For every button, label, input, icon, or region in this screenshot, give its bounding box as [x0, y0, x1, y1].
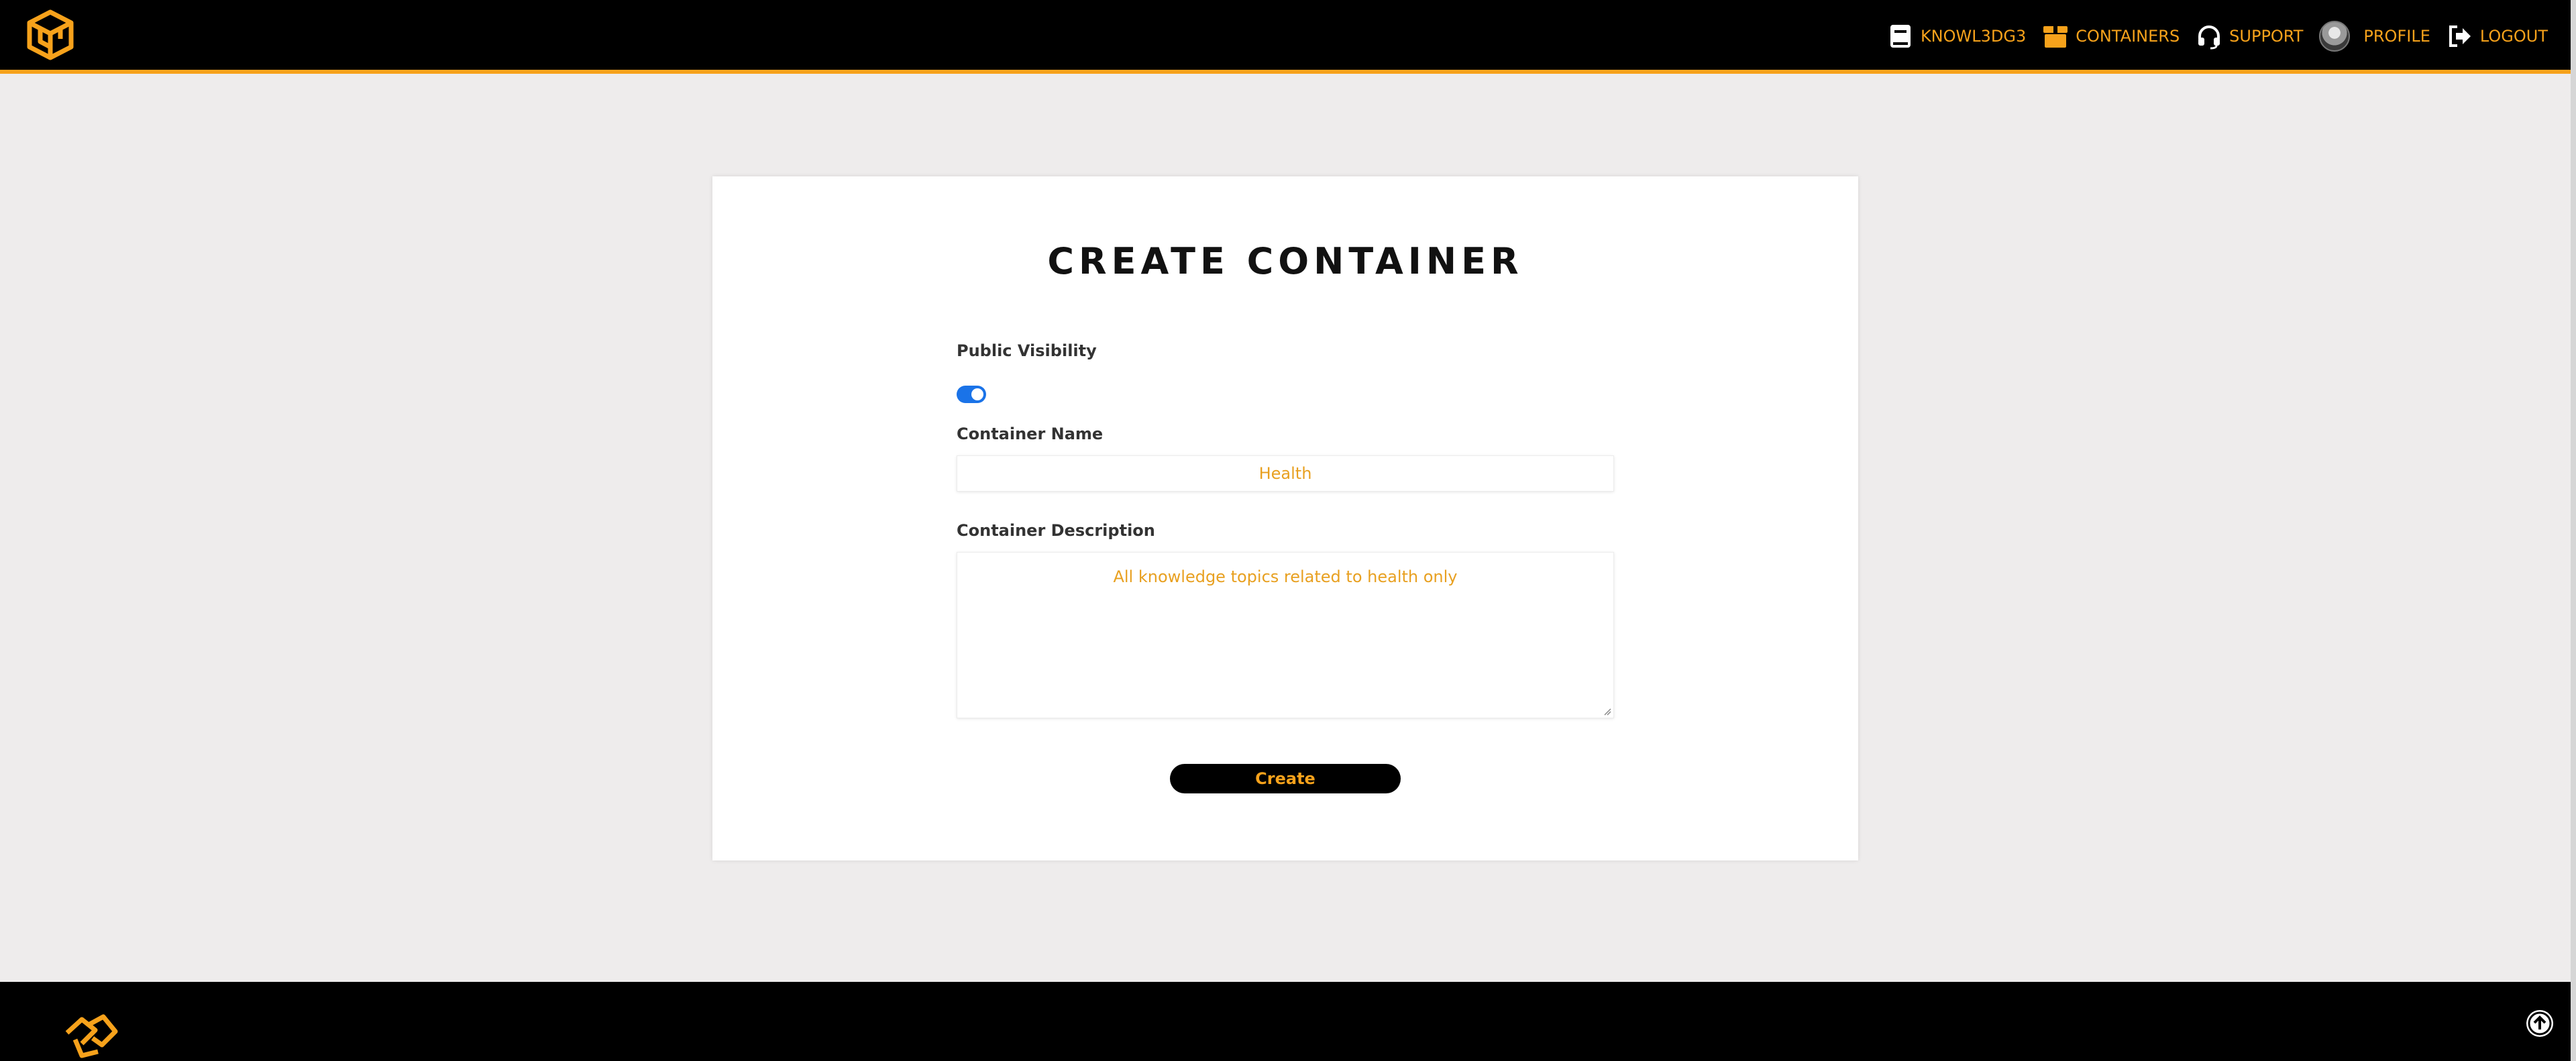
brand-logo-icon[interactable]: [25, 8, 75, 62]
nav-label: LOGOUT: [2479, 27, 2548, 46]
create-container-card: CREATE CONTAINER Public Visibility Conta…: [712, 176, 1858, 860]
nav-label: CONTAINERS: [2076, 27, 2180, 46]
container-description-textarea[interactable]: All knowledge topics related to health o…: [957, 552, 1614, 718]
headset-icon: [2196, 23, 2222, 50]
public-visibility-label: Public Visibility: [957, 341, 1097, 360]
public-visibility-toggle[interactable]: [957, 386, 986, 403]
page-title: CREATE CONTAINER: [1047, 240, 1523, 282]
footer: [0, 982, 2571, 1061]
nav-profile[interactable]: PROFILE: [2319, 21, 2430, 52]
main-nav: KNOWL3DG3 CONTAINERS SUPPORT PROFILE LOG…: [1871, 16, 2548, 56]
scroll-to-top-icon[interactable]: [2525, 1009, 2555, 1038]
nav-label: SUPPORT: [2229, 27, 2304, 46]
nav-containers[interactable]: CONTAINERS: [2042, 23, 2180, 50]
container-name-label: Container Name: [957, 425, 1104, 443]
top-navbar: KNOWL3DG3 CONTAINERS SUPPORT PROFILE LOG…: [0, 0, 2571, 74]
nav-label: KNOWL3DG3: [1920, 27, 2027, 46]
footer-logo-icon[interactable]: [62, 1013, 119, 1061]
box-icon: [2042, 23, 2069, 50]
resize-handle-icon[interactable]: [1603, 708, 1611, 716]
avatar: [2319, 21, 2351, 52]
logout-icon: [2447, 23, 2473, 50]
page-scrollbar[interactable]: [2571, 0, 2576, 1061]
nav-knowl3dg3[interactable]: KNOWL3DG3: [1887, 23, 2026, 50]
description-text: All knowledge topics related to health o…: [1113, 567, 1458, 586]
nav-label: PROFILE: [2363, 27, 2430, 46]
toggle-knob: [971, 388, 983, 400]
container-description-label: Container Description: [957, 521, 1155, 540]
book-icon: [1887, 23, 1914, 50]
create-button[interactable]: Create: [1170, 764, 1401, 793]
container-name-input[interactable]: Health: [957, 455, 1614, 492]
nav-logout[interactable]: LOGOUT: [2447, 23, 2548, 50]
nav-support[interactable]: SUPPORT: [2196, 23, 2303, 50]
